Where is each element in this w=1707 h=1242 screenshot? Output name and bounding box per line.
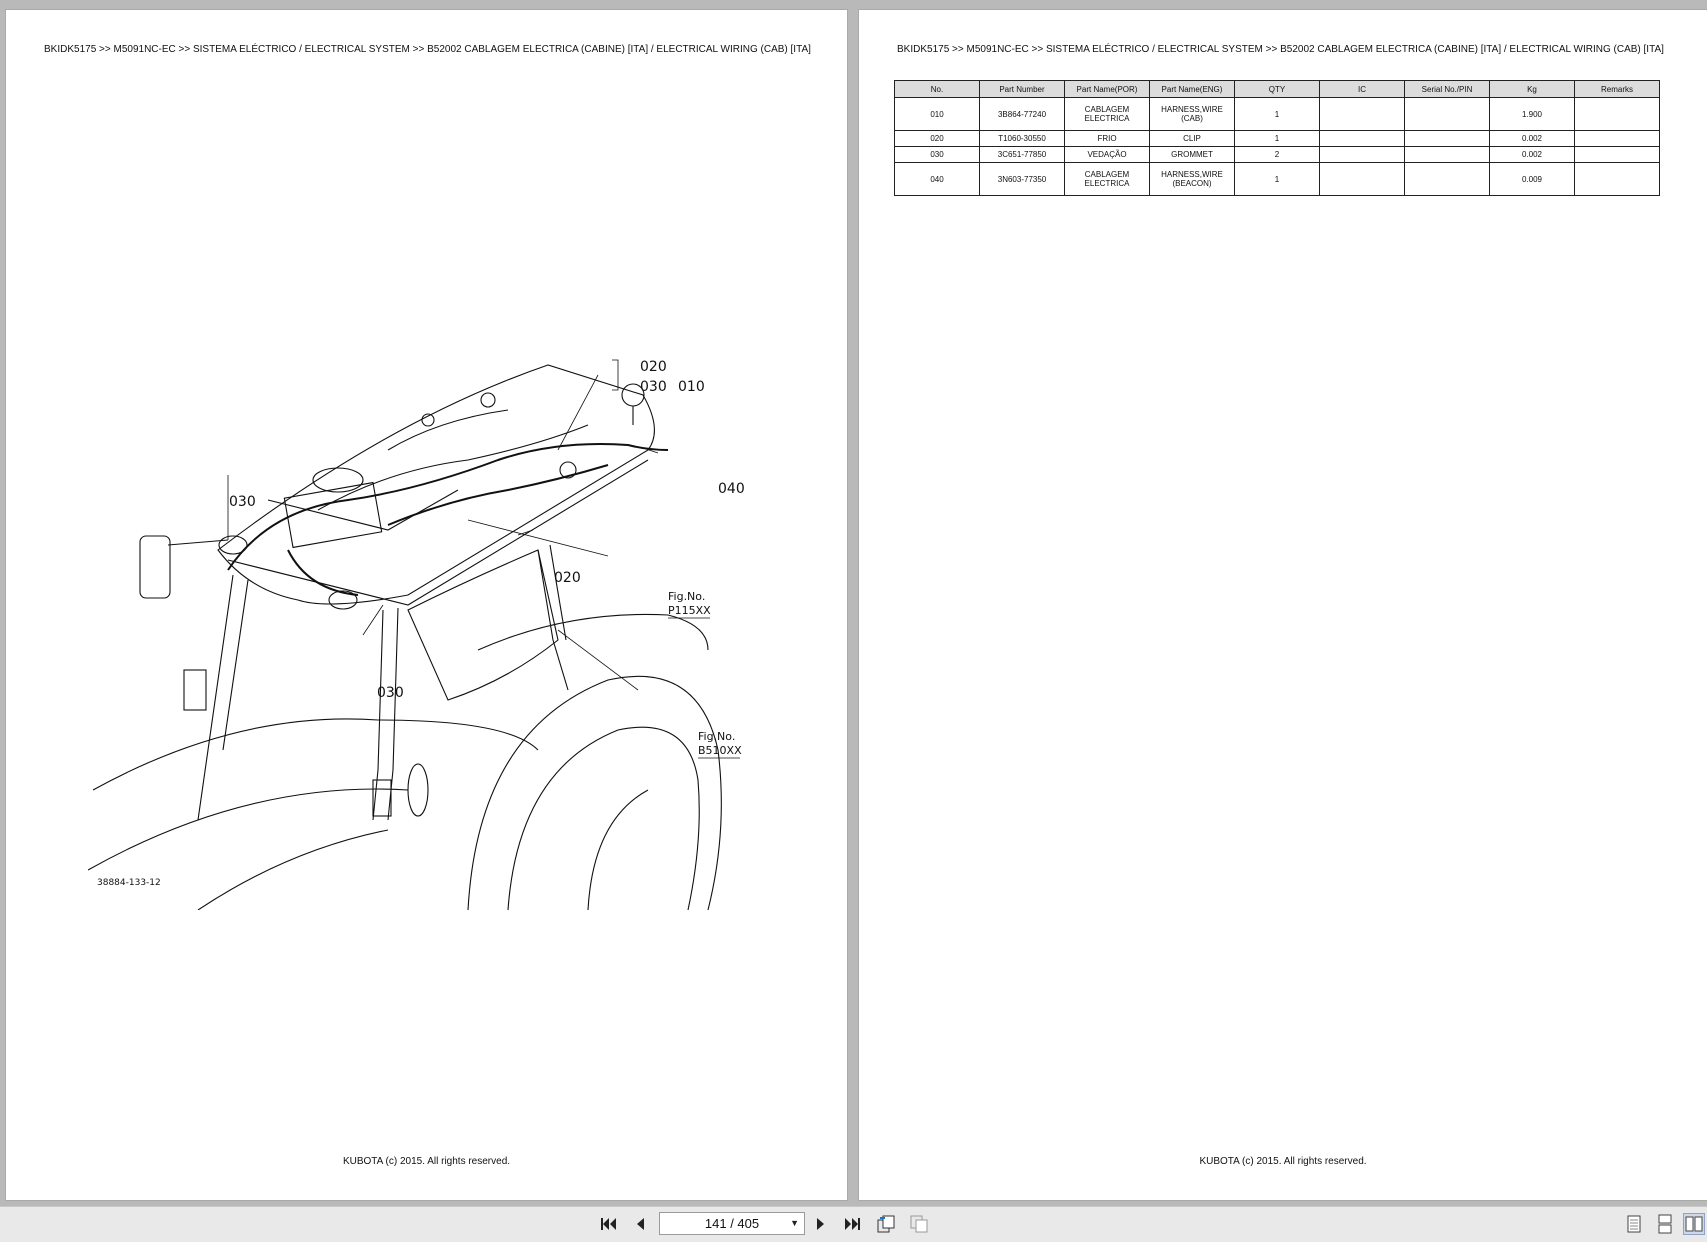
first-page-button[interactable] <box>598 1213 620 1235</box>
cell-name-por: CABLAGEM ELECTRICA <box>1064 162 1150 196</box>
fig-ref: B510XX <box>698 744 742 757</box>
callout-label: 030 <box>229 494 256 510</box>
callout-label: 020 <box>640 359 667 375</box>
col-header: IC <box>1319 80 1405 98</box>
cell-remarks <box>1574 130 1660 147</box>
page-number-text: 141 / 405 <box>704 1216 760 1231</box>
right-page: BKIDK5175 >> M5091NC-EC >> SISTEMA ELÉCT… <box>859 10 1707 1200</box>
col-header: QTY <box>1234 80 1320 98</box>
table-row: 030 3C651-77850 VEDAÇÃO GROMMET 2 0.002 <box>894 146 1660 163</box>
cell-kg: 0.002 <box>1489 146 1575 163</box>
col-header: Remarks <box>1574 80 1660 98</box>
next-page-button[interactable] <box>810 1213 832 1235</box>
cell-no: 030 <box>894 146 980 163</box>
viewer-toolbar: 141 / 405 ▼ <box>0 1206 1707 1242</box>
cell-name-eng: HARNESS,WIRE (BEACON) <box>1149 162 1235 196</box>
page-number-field[interactable]: 141 / 405 ▼ <box>659 1212 805 1235</box>
previous-page-button[interactable] <box>629 1213 651 1235</box>
cell-ic <box>1319 162 1405 196</box>
col-header: Part Name(ENG) <box>1149 80 1235 98</box>
last-page-button[interactable] <box>841 1213 863 1235</box>
copyright-footer: KUBOTA (c) 2015. All rights reserved. <box>1199 1156 1367 1167</box>
two-page-view-button[interactable] <box>1683 1213 1705 1235</box>
col-header: Serial No./PIN <box>1404 80 1490 98</box>
cell-kg: 0.009 <box>1489 162 1575 196</box>
forward-view-icon <box>910 1215 928 1233</box>
cell-no: 040 <box>894 162 980 196</box>
cell-kg: 0.002 <box>1489 130 1575 147</box>
col-header: No. <box>894 80 980 98</box>
cell-qty: 2 <box>1234 146 1320 163</box>
cell-no: 010 <box>894 97 980 131</box>
continuous-scroll-icon <box>1658 1214 1672 1234</box>
cell-serial <box>1404 97 1490 131</box>
cell-ic <box>1319 130 1405 147</box>
cell-name-eng: HARNESS,WIRE (CAB) <box>1149 97 1235 131</box>
last-page-icon <box>845 1218 860 1230</box>
first-page-icon <box>601 1218 616 1230</box>
table-row: 010 3B864-77240 CABLAGEM ELECTRICA HARNE… <box>894 97 1660 131</box>
callout-label: 030 <box>640 379 667 395</box>
left-page: BKIDK5175 >> M5091NC-EC >> SISTEMA ELÉCT… <box>6 10 847 1200</box>
callout-label: 010 <box>678 379 705 395</box>
cell-serial <box>1404 162 1490 196</box>
callout-label: 040 <box>718 481 745 497</box>
cell-ic <box>1319 146 1405 163</box>
cell-qty: 1 <box>1234 97 1320 131</box>
chevron-down-icon: ▼ <box>790 1218 799 1228</box>
fig-ref: P115XX <box>668 604 711 617</box>
cell-name-eng: CLIP <box>1149 130 1235 147</box>
cell-remarks <box>1574 146 1660 163</box>
callout-label: 030 <box>377 685 404 701</box>
table-header-row: No. Part Number Part Name(POR) Part Name… <box>894 80 1660 98</box>
fig-label: Fig.No. <box>698 730 735 743</box>
copyright-footer: KUBOTA (c) 2015. All rights reserved. <box>342 1156 511 1167</box>
cell-no: 020 <box>894 130 980 147</box>
single-page-icon <box>1627 1215 1641 1233</box>
cell-part-number: T1060-30550 <box>979 130 1065 147</box>
cell-name-por: VEDAÇÃO <box>1064 146 1150 163</box>
two-page-layout-icon <box>1685 1216 1703 1232</box>
parts-table: No. Part Number Part Name(POR) Part Name… <box>894 80 1660 196</box>
cell-name-eng: GROMMET <box>1149 146 1235 163</box>
cell-name-por: CABLAGEM ELECTRICA <box>1064 97 1150 131</box>
fig-label: Fig.No. <box>668 590 705 603</box>
col-header: Part Name(POR) <box>1064 80 1150 98</box>
next-page-icon <box>817 1218 824 1230</box>
previous-page-icon <box>637 1218 644 1230</box>
callout-label: 020 <box>554 570 581 586</box>
continuous-view-button[interactable] <box>1654 1213 1676 1235</box>
cell-name-por: FRIO <box>1064 130 1150 147</box>
drawing-id: 38884-133-12 <box>97 878 161 888</box>
breadcrumb: BKIDK5175 >> M5091NC-EC >> SISTEMA ELÉCT… <box>897 44 1664 55</box>
cell-qty: 1 <box>1234 162 1320 196</box>
cell-remarks <box>1574 162 1660 196</box>
col-header: Part Number <box>979 80 1065 98</box>
cell-part-number: 3B864-77240 <box>979 97 1065 131</box>
go-forward-view-button[interactable] <box>908 1213 930 1235</box>
parts-diagram: 020 030 010 040 030 020 030 Fig.No. P115… <box>88 359 745 910</box>
breadcrumb: BKIDK5175 >> M5091NC-EC >> SISTEMA ELÉCT… <box>44 44 811 55</box>
col-header: Kg <box>1489 80 1575 98</box>
go-back-view-button[interactable] <box>875 1213 897 1235</box>
table-row: 020 T1060-30550 FRIO CLIP 1 0.002 <box>894 130 1660 147</box>
cell-kg: 1.900 <box>1489 97 1575 131</box>
cell-qty: 1 <box>1234 130 1320 147</box>
cell-remarks <box>1574 97 1660 131</box>
cell-part-number: 3N603-77350 <box>979 162 1065 196</box>
table-row: 040 3N603-77350 CABLAGEM ELECTRICA HARNE… <box>894 162 1660 196</box>
cell-serial <box>1404 146 1490 163</box>
single-page-view-button[interactable] <box>1623 1213 1645 1235</box>
cell-ic <box>1319 97 1405 131</box>
cell-part-number: 3C651-77850 <box>979 146 1065 163</box>
cell-serial <box>1404 130 1490 147</box>
return-view-icon <box>877 1215 895 1233</box>
